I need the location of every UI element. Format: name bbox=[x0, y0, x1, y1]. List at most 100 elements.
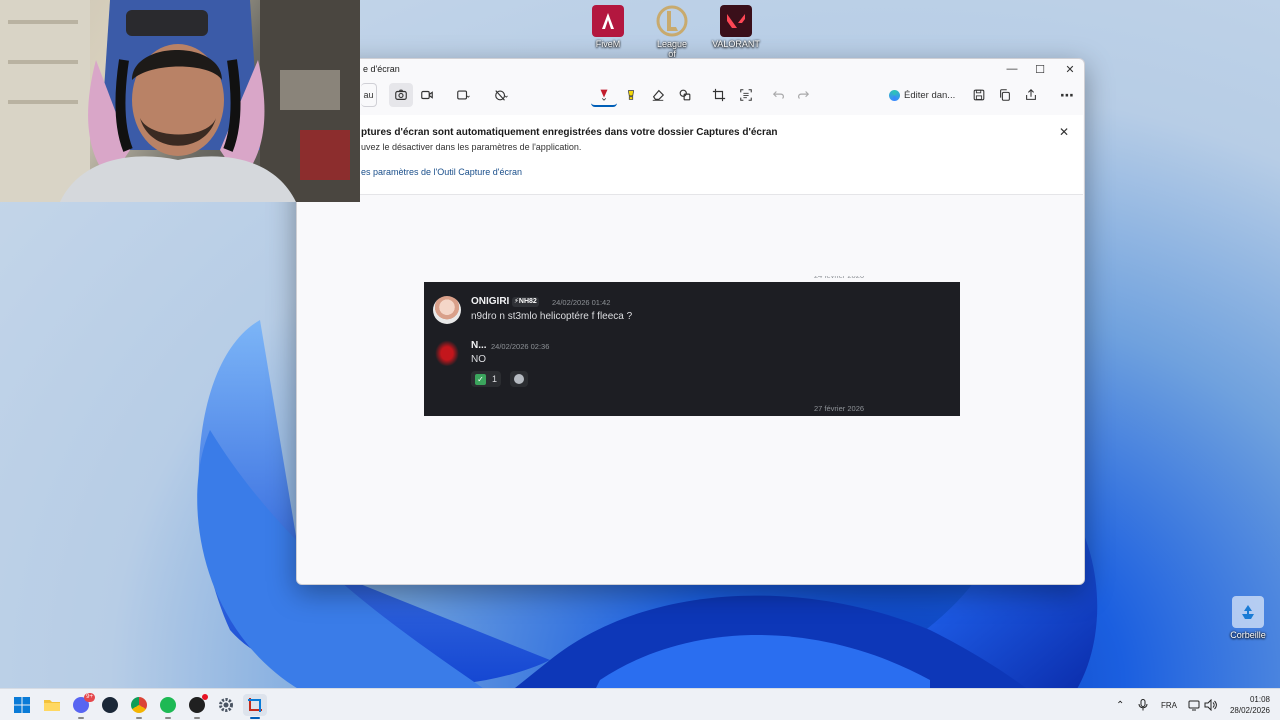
message-timestamp: 24/02/2026 01:42 bbox=[552, 298, 611, 307]
reaction-chip[interactable]: ✓ 1 bbox=[471, 371, 502, 387]
date-separator-top: 24 février 2026 bbox=[814, 276, 864, 283]
edit-in-paint-button[interactable]: Éditer dan... bbox=[889, 83, 959, 107]
desktop-icon-label: Corbeille bbox=[1230, 630, 1266, 640]
recording-indicator bbox=[202, 694, 208, 700]
recycle-bin-icon bbox=[1232, 596, 1264, 628]
start-button[interactable] bbox=[10, 694, 34, 716]
shapes-icon bbox=[679, 89, 691, 101]
taskbar-chrome[interactable] bbox=[127, 694, 151, 719]
timer-off-icon bbox=[495, 90, 508, 101]
more-options-button[interactable]: ⋯ bbox=[1055, 83, 1079, 107]
snipping-tool-window: e d'écran — ☐ ✕ au Éditer dan... ⋯ pture… bbox=[296, 58, 1085, 585]
snipping-tool-icon bbox=[248, 698, 262, 712]
league-of-legends-icon bbox=[656, 5, 688, 37]
more-icon: ⋯ bbox=[1060, 86, 1074, 103]
message-username[interactable]: N... bbox=[471, 340, 487, 351]
copy-icon bbox=[1000, 89, 1010, 101]
pen-icon bbox=[600, 89, 608, 101]
eraser-button[interactable] bbox=[646, 83, 670, 107]
snip-shape-dropdown[interactable] bbox=[449, 83, 477, 107]
running-indicator bbox=[250, 717, 260, 719]
camera-icon bbox=[395, 89, 407, 100]
fivem-icon bbox=[592, 5, 624, 37]
message-timestamp: 24/02/2026 02:36 bbox=[491, 342, 550, 351]
undo-button[interactable] bbox=[767, 83, 791, 107]
highlighter-button[interactable] bbox=[619, 83, 643, 107]
microphone-icon[interactable] bbox=[1138, 689, 1148, 720]
taskbar-obs[interactable] bbox=[185, 694, 209, 719]
language-indicator[interactable]: FRA bbox=[1161, 689, 1177, 720]
info-banner: ptures d'écran sont automatiquement enre… bbox=[297, 115, 1083, 195]
windows-logo-icon bbox=[14, 697, 30, 713]
message-text: n9dro n st3mlo helicoptére f fleeca ? bbox=[471, 311, 633, 322]
show-hidden-icons-button[interactable]: ⌃ bbox=[1116, 689, 1124, 720]
volume-icon[interactable] bbox=[1204, 689, 1217, 720]
video-camera-icon bbox=[421, 90, 433, 100]
maximize-button[interactable]: ☐ bbox=[1025, 59, 1055, 79]
paint-icon bbox=[889, 89, 900, 101]
toolbar: au Éditer dan... ⋯ bbox=[297, 81, 1084, 109]
folder-icon bbox=[44, 700, 60, 711]
redo-button[interactable] bbox=[791, 83, 815, 107]
notification-badge: 9+ bbox=[84, 693, 95, 702]
add-reaction-button[interactable] bbox=[510, 371, 528, 387]
steam-icon bbox=[102, 697, 118, 713]
text-actions-icon bbox=[740, 89, 752, 101]
settings-link[interactable]: es paramètres de l'Outil Capture d'écran bbox=[361, 167, 522, 177]
delay-dropdown[interactable] bbox=[487, 83, 515, 107]
taskbar-steam[interactable] bbox=[98, 694, 122, 716]
eraser-icon bbox=[652, 89, 665, 101]
taskbar: 9+ ⌃ FRA 01:08 28/02/2026 bbox=[0, 688, 1280, 720]
desktop-icon-label: VALORANT bbox=[712, 39, 760, 49]
share-button[interactable] bbox=[1019, 83, 1043, 107]
copy-button[interactable] bbox=[993, 83, 1017, 107]
desktop-icon-fivem[interactable]: FiveM bbox=[576, 5, 640, 49]
taskbar-file-explorer[interactable] bbox=[40, 694, 64, 716]
capture-canvas: 24 février 2026 ONIGIRI ⚡NH82 24/02/2026… bbox=[297, 196, 1084, 584]
undo-icon bbox=[772, 91, 784, 99]
network-icon[interactable] bbox=[1188, 689, 1200, 720]
running-indicator bbox=[165, 717, 171, 719]
screenshot-mode-button[interactable] bbox=[389, 83, 413, 107]
capture-mode-button[interactable]: au bbox=[361, 83, 377, 107]
date-separator-bottom: 27 février 2026 bbox=[814, 404, 865, 413]
taskbar-discord[interactable]: 9+ bbox=[69, 693, 95, 719]
avatar bbox=[433, 296, 461, 324]
save-button[interactable] bbox=[967, 83, 991, 107]
text-actions-button[interactable] bbox=[734, 83, 758, 107]
captured-image: 24 février 2026 ONIGIRI ⚡NH82 24/02/2026… bbox=[424, 276, 960, 416]
crop-button[interactable] bbox=[707, 83, 731, 107]
taskbar-settings[interactable] bbox=[214, 694, 238, 716]
reaction-count: 1 bbox=[492, 374, 498, 384]
save-icon bbox=[973, 89, 985, 101]
running-indicator bbox=[136, 717, 142, 719]
gear-icon bbox=[219, 698, 233, 712]
clock-date: 28/02/2026 bbox=[1229, 706, 1270, 715]
pen-tool-button[interactable] bbox=[591, 83, 617, 107]
running-indicator bbox=[78, 717, 84, 719]
avatar bbox=[433, 338, 461, 366]
desktop-icon-recycle-bin[interactable]: Corbeille bbox=[1216, 596, 1280, 640]
valorant-icon bbox=[720, 5, 752, 37]
emoji-icon bbox=[514, 374, 524, 384]
streamer-webcam-image bbox=[0, 0, 360, 202]
desktop-icon-valorant[interactable]: VALORANT bbox=[704, 5, 768, 49]
system-clock[interactable]: 01:08 28/02/2026 bbox=[1230, 694, 1270, 716]
taskbar-spotify[interactable] bbox=[156, 694, 180, 719]
spotify-icon bbox=[160, 697, 176, 713]
taskbar-snipping-tool[interactable] bbox=[243, 694, 267, 719]
minimize-button[interactable]: — bbox=[997, 59, 1027, 79]
shapes-button[interactable] bbox=[673, 83, 697, 107]
running-indicator bbox=[194, 717, 200, 719]
desktop-icon-label: FiveM bbox=[595, 39, 621, 49]
video-mode-button[interactable] bbox=[415, 83, 439, 107]
check-mark-icon: ✓ bbox=[475, 373, 486, 385]
share-icon bbox=[1026, 89, 1036, 100]
title-bar: e d'écran — ☐ ✕ bbox=[297, 59, 1084, 79]
info-banner-close-icon[interactable]: ✕ bbox=[1059, 125, 1069, 139]
message-text: NO bbox=[471, 354, 486, 365]
close-button[interactable]: ✕ bbox=[1055, 59, 1084, 79]
rectangle-snip-icon bbox=[457, 90, 470, 100]
message-username[interactable]: ONIGIRI bbox=[471, 296, 509, 307]
crop-icon bbox=[712, 88, 726, 102]
